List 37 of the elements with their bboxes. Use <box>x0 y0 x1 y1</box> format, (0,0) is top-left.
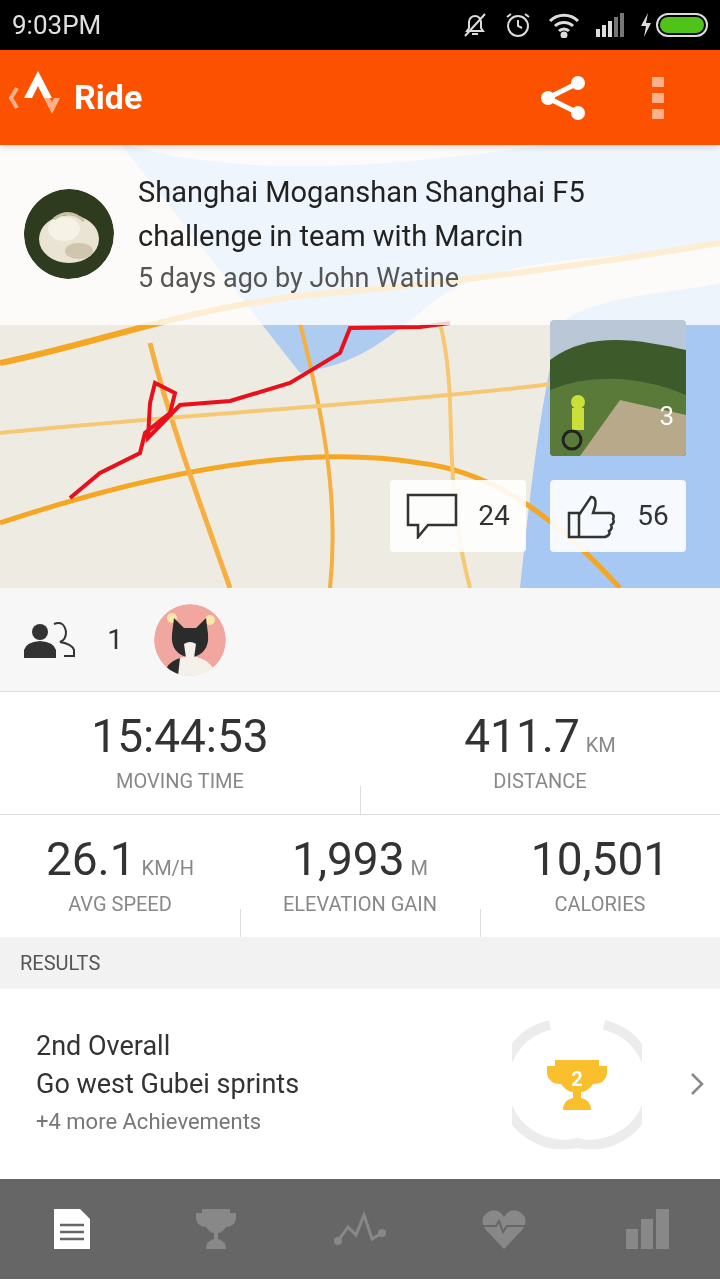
alarm-icon <box>504 11 532 39</box>
charging-icon <box>640 13 652 37</box>
battery-icon <box>656 13 708 37</box>
stat-unit: KM/H <box>141 855 195 882</box>
stat-unit: KM <box>585 732 616 759</box>
stat-label: CALORIES <box>554 891 646 918</box>
stat-value: 10,501 <box>530 833 670 885</box>
document-icon <box>54 1209 90 1249</box>
status-time: 9:03PM <box>12 8 102 42</box>
share-button[interactable] <box>540 75 588 120</box>
achievements-text: +4 more Achievements <box>36 1108 263 1136</box>
stat-label: AVG SPEED <box>68 891 172 918</box>
section-header: RESULTS <box>20 950 101 977</box>
stat-value: 1,993 <box>292 833 405 885</box>
stat-label: DISTANCE <box>493 768 587 795</box>
muted-bell-icon <box>462 11 488 39</box>
stat-value: 411.7 <box>464 710 580 762</box>
stat-label: MOVING TIME <box>116 768 244 795</box>
chevron-right-icon <box>690 1072 704 1096</box>
stat-value: 26.1 <box>45 833 136 885</box>
wifi-icon <box>548 12 580 38</box>
screen-title: Ride <box>74 76 143 119</box>
athlete-count: 1 <box>106 621 124 658</box>
result-text: 2nd Overall <box>36 1029 172 1064</box>
pulse-line-icon <box>334 1211 386 1247</box>
athletes-icon <box>24 621 76 658</box>
stat-label: ELEVATION GAIN <box>282 891 437 918</box>
stat-unit: M <box>410 855 428 882</box>
heart-rate-icon <box>482 1209 526 1249</box>
trophy-icon: 2 <box>547 1058 607 1110</box>
signal-icon <box>596 13 624 37</box>
laurel-icon <box>512 1019 642 1149</box>
trophy-icon <box>196 1209 236 1249</box>
bar-chart-icon <box>626 1209 670 1249</box>
stat-value: 15:44:53 <box>91 710 269 762</box>
result-text: Go west Gubei sprints <box>36 1067 301 1102</box>
more-menu-button[interactable] <box>652 76 664 119</box>
